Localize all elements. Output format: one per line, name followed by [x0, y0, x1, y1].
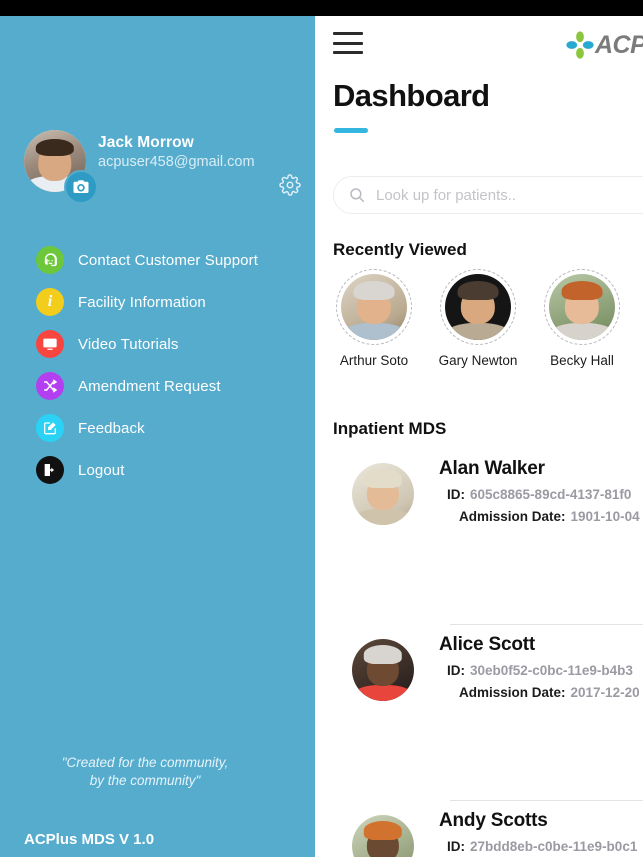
profile-header[interactable]: Jack Morrow acpuser458@gmail.com: [0, 130, 315, 210]
patient-photo: [352, 815, 414, 857]
recent-patient-card[interactable]: Arthur Soto: [333, 269, 415, 368]
patient-id-value: 30eb0f52-c0bc-11e9-b4b3: [470, 663, 633, 678]
recent-patient-card[interactable]: Gary Newton: [437, 269, 519, 368]
acplus-cross-logo: [566, 31, 594, 59]
admission-date-value: 1901-10-04: [570, 509, 640, 524]
table-row[interactable]: Alan Walker ID: 605c8865-89cd-4137-81f0 A…: [315, 448, 643, 624]
sidebar-item-facility-information[interactable]: i Facility Information: [0, 281, 315, 323]
patient-id: ID: 605c8865-89cd-4137-81f0: [439, 487, 643, 502]
tagline: "Created for the community, by the commu…: [0, 754, 290, 790]
patient-photo: [445, 274, 511, 340]
search-icon: [348, 186, 366, 204]
avatar-ring: [544, 269, 620, 345]
admission-date-label: Admission Date:: [459, 685, 566, 700]
patient-id-value: 605c8865-89cd-4137-81f0: [470, 487, 632, 502]
shuffle-icon: [36, 372, 64, 400]
table-row[interactable]: Andy Scotts ID: 27bdd8eb-c0be-11e9-b0c1: [315, 800, 643, 857]
inpatient-mds-list: Alan Walker ID: 605c8865-89cd-4137-81f0 A…: [315, 448, 643, 857]
inpatient-mds-title: Inpatient MDS: [333, 419, 447, 438]
hamburger-menu-icon[interactable]: [333, 32, 363, 54]
patient-photo: [352, 463, 414, 525]
sidebar-item-label: Logout: [78, 461, 125, 479]
recently-viewed-list: Arthur Soto Gary Newton Becky Hall: [333, 269, 643, 368]
patient-name: Andy Scotts: [439, 810, 548, 831]
brand-name: ACP: [595, 30, 643, 59]
sidebar-item-label: Feedback: [78, 419, 145, 437]
page-title: Dashboard: [333, 78, 490, 113]
patient-photo: [549, 274, 615, 340]
sidebar-item-video-tutorials[interactable]: Video Tutorials: [0, 323, 315, 365]
logout-icon: [36, 456, 64, 484]
main-content: ACP Dashboard Look up for patients.. Rec…: [315, 16, 643, 857]
admission-date-value: 2017-12-20: [570, 685, 640, 700]
sidebar-item-contact-customer-support[interactable]: Contact Customer Support: [0, 239, 315, 281]
brand-logo: ACP: [565, 30, 643, 60]
sidebar-item-label: Amendment Request: [78, 377, 221, 395]
video-icon: [36, 330, 64, 358]
patient-admission-date: Admission Date: 1901-10-04: [439, 509, 643, 524]
patient-id-label: ID:: [447, 839, 465, 854]
title-underline: [334, 128, 368, 133]
support-agent-icon: [36, 246, 64, 274]
patient-name: Alan Walker: [439, 458, 545, 479]
status-bar: [0, 0, 643, 16]
patient-id: ID: 27bdd8eb-c0be-11e9-b0c1: [439, 839, 643, 854]
app-version: ACPlus MDS V 1.0: [24, 831, 155, 848]
sidebar-item-label: Video Tutorials: [78, 335, 179, 353]
profile-name: Jack Morrow: [98, 134, 194, 151]
patient-name: Alice Scott: [439, 634, 535, 655]
recent-patient-name: Gary Newton: [438, 353, 518, 368]
patient-id-label: ID:: [447, 663, 465, 678]
tagline-line-1: "Created for the community,: [61, 755, 229, 770]
recent-patient-name: Becky Hall: [550, 353, 614, 368]
camera-icon[interactable]: [64, 170, 98, 204]
recent-patient-name: Arthur Soto: [339, 353, 409, 368]
sidebar-item-logout[interactable]: Logout: [0, 449, 315, 491]
avatar-ring: [336, 269, 412, 345]
row-divider: [450, 800, 643, 801]
tagline-line-2: by the community": [89, 773, 201, 788]
sidebar-item-label: Facility Information: [78, 293, 206, 311]
patient-admission-date: Admission Date: 2017-12-20: [439, 685, 643, 700]
avatar[interactable]: [24, 130, 98, 204]
patient-id-label: ID:: [447, 487, 465, 502]
sidebar-item-feedback[interactable]: Feedback: [0, 407, 315, 449]
patient-id-value: 27bdd8eb-c0be-11e9-b0c1: [470, 839, 638, 854]
search-placeholder: Look up for patients..: [376, 186, 517, 204]
recently-viewed-title: Recently Viewed: [333, 240, 467, 259]
sidebar-item-amendment-request[interactable]: Amendment Request: [0, 365, 315, 407]
sidebar-menu: Contact Customer Support i Facility Info…: [0, 239, 315, 491]
search-input[interactable]: Look up for patients..: [333, 176, 643, 214]
patient-photo: [352, 639, 414, 701]
recent-patient-card[interactable]: Becky Hall: [541, 269, 623, 368]
row-divider: [450, 624, 643, 625]
sidebar: Jack Morrow acpuser458@gmail.com Contact…: [0, 16, 315, 857]
admission-date-label: Admission Date:: [459, 509, 566, 524]
avatar-ring: [440, 269, 516, 345]
patient-photo: [341, 274, 407, 340]
table-row[interactable]: Alice Scott ID: 30eb0f52-c0bc-11e9-b4b3 A…: [315, 624, 643, 800]
profile-email: acpuser458@gmail.com: [98, 154, 255, 170]
info-icon: i: [36, 288, 64, 316]
patient-id: ID: 30eb0f52-c0bc-11e9-b4b3: [439, 663, 643, 678]
gear-icon[interactable]: [279, 174, 301, 196]
feedback-edit-icon: [36, 414, 64, 442]
sidebar-item-label: Contact Customer Support: [78, 251, 258, 269]
